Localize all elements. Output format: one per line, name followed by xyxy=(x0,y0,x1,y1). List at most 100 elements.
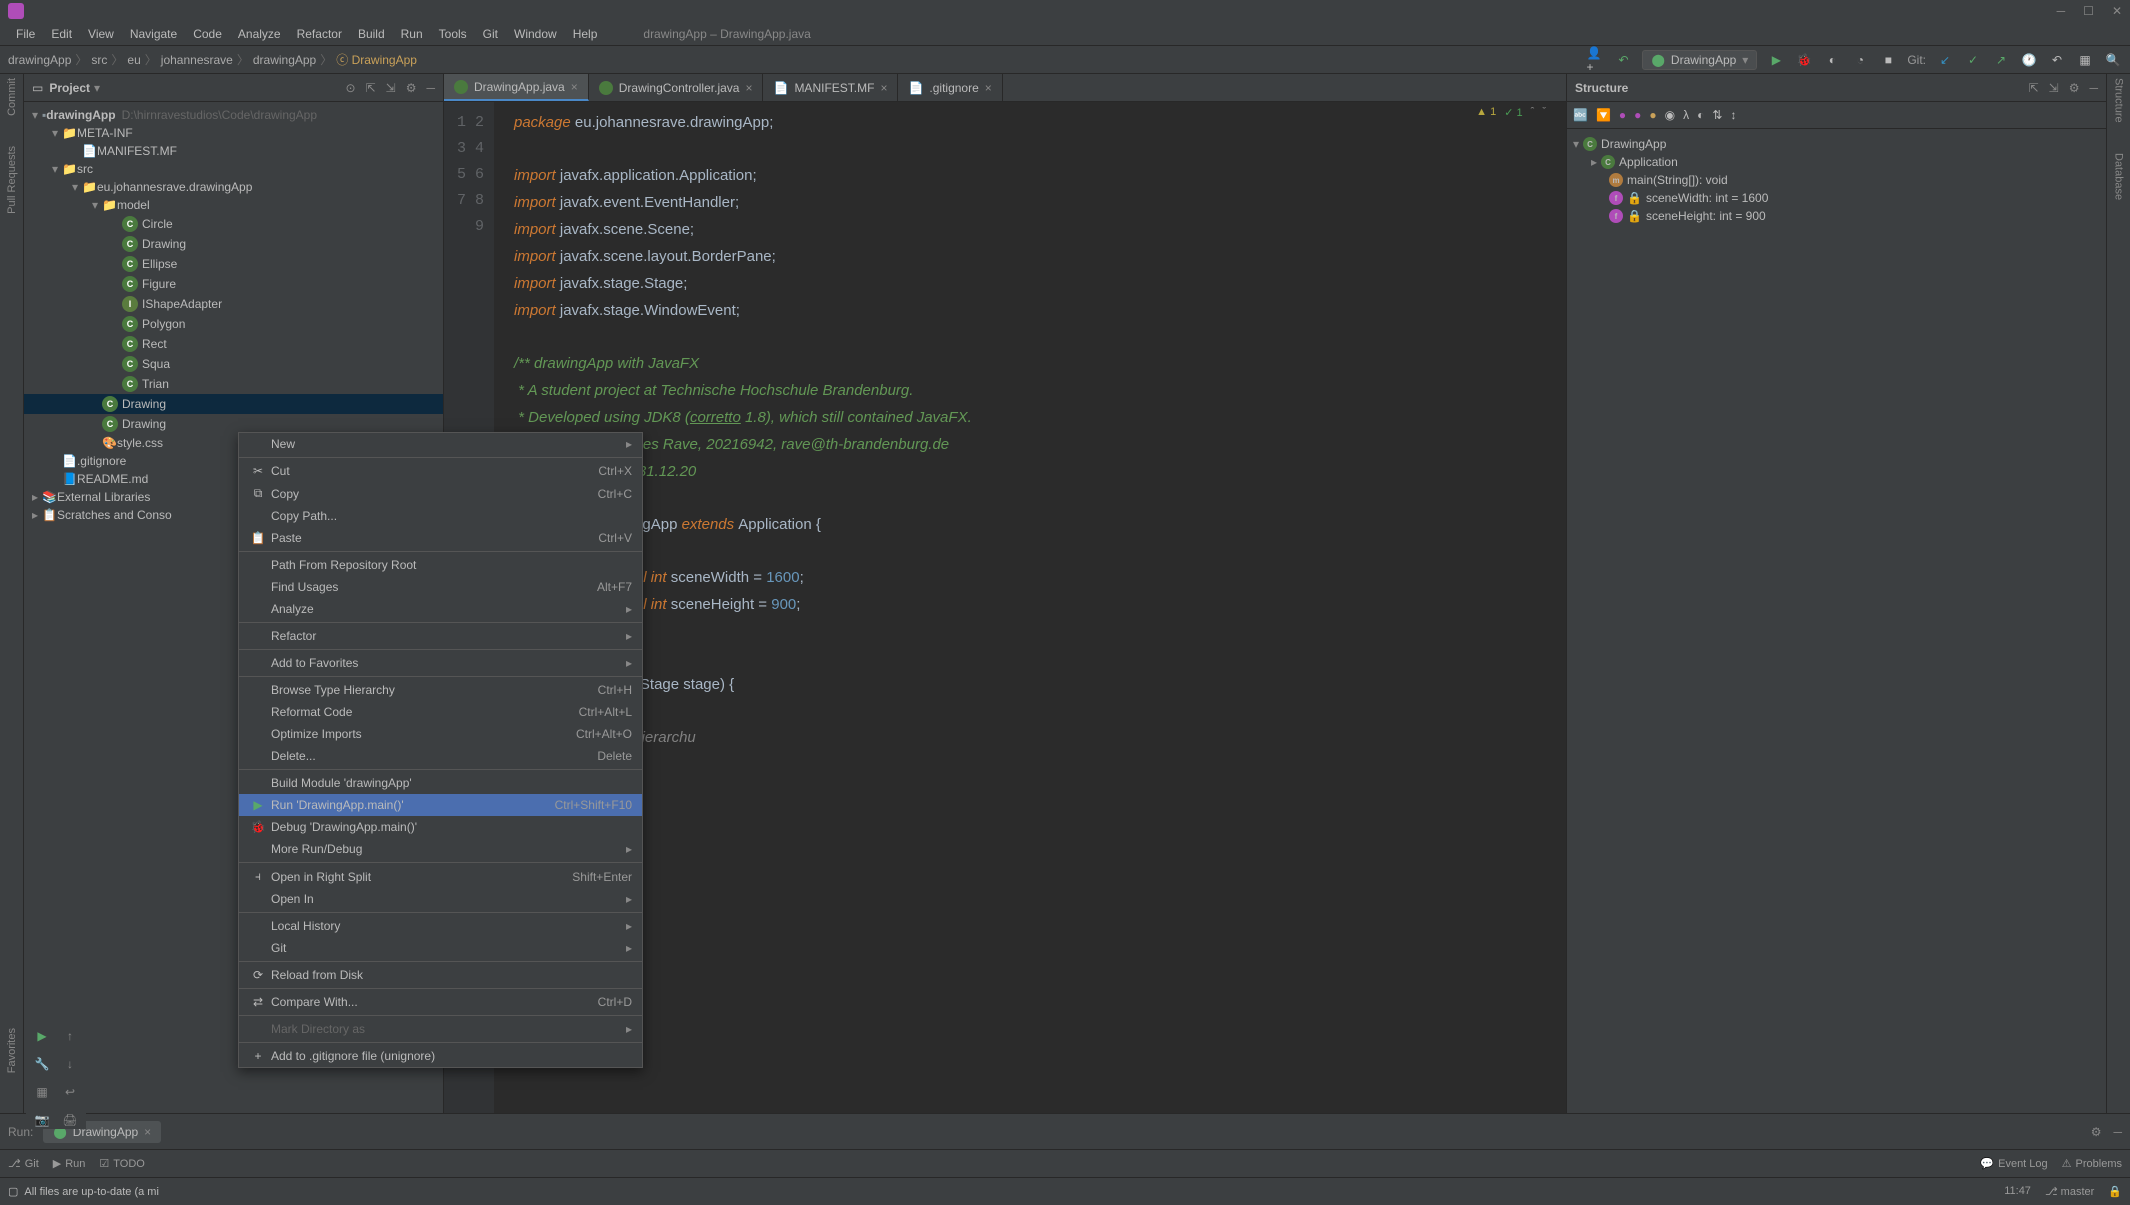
close-tab-icon[interactable]: × xyxy=(985,81,992,95)
git-update-icon[interactable]: ↙ xyxy=(1936,51,1954,69)
search-icon[interactable]: 🔍 xyxy=(2104,51,2122,69)
hide-icon[interactable]: ─ xyxy=(2113,1125,2122,1139)
context-menu-item[interactable]: Reformat CodeCtrl+Alt+L xyxy=(239,701,642,723)
context-menu-item[interactable]: Analyze▸ xyxy=(239,598,642,620)
sort-alpha-icon[interactable]: 🔤 xyxy=(1573,108,1588,122)
settings-icon[interactable]: ⚙ xyxy=(2091,1125,2102,1139)
profile-icon[interactable]: ◔ xyxy=(1851,51,1869,69)
code-editor[interactable]: package eu.johannesrave.drawingApp; impo… xyxy=(494,102,1566,1113)
context-menu-item[interactable]: ⇄Compare With...Ctrl+D xyxy=(239,991,642,1013)
menu-navigate[interactable]: Navigate xyxy=(122,27,185,41)
context-menu-item[interactable]: +Add to .gitignore file (unignore) xyxy=(239,1045,642,1067)
todo-toolwindow-button[interactable]: ☑ TODO xyxy=(99,1157,144,1170)
show-anonymous-icon[interactable]: λ xyxy=(1683,108,1689,122)
menu-code[interactable]: Code xyxy=(185,27,230,41)
context-menu-item[interactable]: Delete...Delete xyxy=(239,745,642,767)
context-menu-item[interactable]: Path From Repository Root xyxy=(239,554,642,576)
run-icon[interactable]: ▶ xyxy=(1767,51,1785,69)
context-menu-item[interactable]: Optimize ImportsCtrl+Alt+O xyxy=(239,723,642,745)
show-inherited-icon[interactable]: ◉ xyxy=(1665,108,1675,122)
context-menu-item[interactable]: Refactor▸ xyxy=(239,625,642,647)
context-menu-item[interactable]: New▸ xyxy=(239,433,642,455)
editor-tab[interactable]: 📄.gitignore× xyxy=(898,74,1002,101)
context-menu-item[interactable]: Copy Path... xyxy=(239,505,642,527)
maximize-icon[interactable]: ☐ xyxy=(2083,4,2094,18)
breadcrumb[interactable]: johannesrave xyxy=(161,53,233,67)
expand-icon[interactable]: ⇱ xyxy=(366,81,376,95)
context-menu-item[interactable]: ⟳Reload from Disk xyxy=(239,964,642,986)
show-properties-icon[interactable]: ● xyxy=(1634,108,1641,122)
database-toolwindow-button[interactable]: Database xyxy=(2113,153,2125,200)
show-nonpublic-icon[interactable]: ● xyxy=(1649,108,1656,122)
menu-refactor[interactable]: Refactor xyxy=(289,27,350,41)
close-tab-icon[interactable]: × xyxy=(880,81,887,95)
context-menu-item[interactable]: Git▸ xyxy=(239,937,642,959)
hide-icon[interactable]: ─ xyxy=(2089,81,2098,95)
editor-tab[interactable]: 📄MANIFEST.MF× xyxy=(763,74,898,101)
breadcrumb[interactable]: src xyxy=(91,53,107,67)
expand-icon[interactable]: ⇱ xyxy=(2029,81,2039,95)
breadcrumb[interactable]: drawingApp xyxy=(8,53,71,67)
context-menu-item[interactable]: Local History▸ xyxy=(239,915,642,937)
context-menu-item[interactable]: 📋PasteCtrl+V xyxy=(239,527,642,549)
close-icon[interactable]: ✕ xyxy=(2112,4,2122,18)
structure-toolwindow-button[interactable]: Structure xyxy=(2113,78,2125,123)
print-icon[interactable]: 🖨 xyxy=(60,1109,80,1131)
add-user-icon[interactable]: 👤+ xyxy=(1586,51,1604,69)
menu-window[interactable]: Window xyxy=(506,27,565,41)
coverage-icon[interactable]: ◐ xyxy=(1823,51,1841,69)
context-menu-item[interactable]: ▶Run 'DrawingApp.main()'Ctrl+Shift+F10 xyxy=(239,794,642,816)
back-icon[interactable]: ↶ xyxy=(1614,51,1632,69)
close-tab-icon[interactable]: × xyxy=(745,81,752,95)
menu-edit[interactable]: Edit xyxy=(43,27,80,41)
camera-icon[interactable]: 📷 xyxy=(32,1109,52,1131)
git-branch-indicator[interactable]: ⎇ master xyxy=(2045,1185,2094,1198)
line-column-indicator[interactable]: 11:47 xyxy=(2004,1185,2031,1198)
favorites-toolwindow-button[interactable]: Favorites xyxy=(6,1028,18,1073)
git-toolwindow-button[interactable]: ⎇ Git xyxy=(8,1157,39,1170)
autoscroll-from-icon[interactable]: ↕ xyxy=(1730,108,1736,122)
git-history-icon[interactable]: 🕐 xyxy=(2020,51,2038,69)
rerun-icon[interactable]: ▶ xyxy=(32,1025,52,1047)
editor-inspection-status[interactable]: ▲ 1 ✓ 1 ˆ ˇ xyxy=(1476,106,1546,119)
pull-requests-toolwindow-button[interactable]: Pull Requests xyxy=(6,146,18,214)
soft-wrap-icon[interactable]: ↩ xyxy=(60,1081,80,1103)
collapse-icon[interactable]: ⇲ xyxy=(386,81,396,95)
commit-toolwindow-button[interactable]: Commit xyxy=(6,78,18,116)
context-menu-item[interactable]: Build Module 'drawingApp' xyxy=(239,772,642,794)
context-menu-item[interactable]: Add to Favorites▸ xyxy=(239,652,642,674)
menu-build[interactable]: Build xyxy=(350,27,393,41)
run-toolwindow-button[interactable]: ▶ Run xyxy=(53,1157,86,1170)
menu-tools[interactable]: Tools xyxy=(431,27,475,41)
git-push-icon[interactable]: ↗ xyxy=(1992,51,2010,69)
minimize-icon[interactable]: ─ xyxy=(2057,4,2066,18)
ide-icon[interactable]: ▦ xyxy=(2076,51,2094,69)
autoscroll-icon[interactable]: ⇅ xyxy=(1712,108,1722,122)
project-view-icon[interactable]: ▭ xyxy=(32,81,43,95)
breadcrumb[interactable]: ⓒ DrawingApp xyxy=(336,51,417,68)
show-lambda-icon[interactable]: ◐ xyxy=(1697,108,1704,122)
context-menu-item[interactable]: ✂CutCtrl+X xyxy=(239,460,642,482)
breadcrumb[interactable]: eu xyxy=(127,53,140,67)
context-menu-item[interactable]: Find UsagesAlt+F7 xyxy=(239,576,642,598)
lock-icon[interactable]: 🔒 xyxy=(2108,1185,2122,1198)
context-menu-item[interactable]: ⫞Open in Right SplitShift+Enter xyxy=(239,865,642,888)
editor-tab[interactable]: DrawingApp.java× xyxy=(444,74,589,101)
structure-tree[interactable]: ▾CDrawingApp ▸CApplication mmain(String[… xyxy=(1567,129,2106,231)
debug-icon[interactable]: 🐞 xyxy=(1795,51,1813,69)
close-tab-icon[interactable]: × xyxy=(144,1125,151,1139)
git-commit-icon[interactable]: ✓ xyxy=(1964,51,1982,69)
chevron-down-icon[interactable]: ▾ xyxy=(94,81,100,95)
git-rollback-icon[interactable]: ↶ xyxy=(2048,51,2066,69)
stop-icon[interactable]: ■ xyxy=(1879,51,1897,69)
problems-button[interactable]: ⚠ Problems xyxy=(2062,1157,2122,1170)
hide-icon[interactable]: ─ xyxy=(426,81,435,95)
status-icon[interactable]: ▢ xyxy=(8,1185,18,1198)
context-menu-item[interactable]: Browse Type HierarchyCtrl+H xyxy=(239,679,642,701)
show-fields-icon[interactable]: ● xyxy=(1619,108,1626,122)
menu-analyze[interactable]: Analyze xyxy=(230,27,289,41)
breadcrumb[interactable]: drawingApp xyxy=(253,53,316,67)
down-icon[interactable]: ↓ xyxy=(60,1053,80,1075)
run-config-dropdown[interactable]: ⬤ DrawingApp ▾ xyxy=(1642,50,1757,70)
collapse-icon[interactable]: ⇲ xyxy=(2049,81,2059,95)
